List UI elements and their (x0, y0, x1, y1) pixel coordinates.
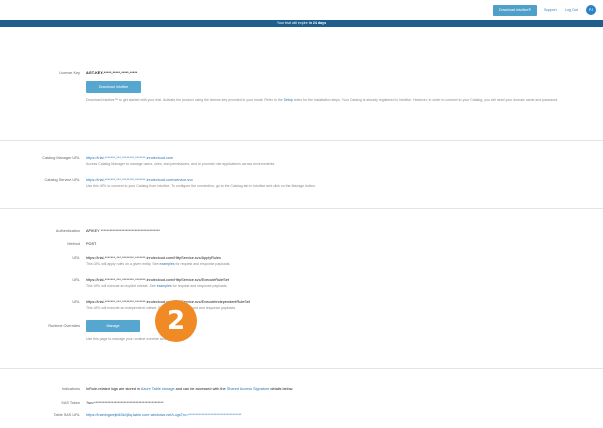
license-description-text-a: Download Intuitive™ to get started with … (86, 98, 284, 102)
manage-button[interactable]: Manage (86, 320, 140, 332)
indications-text-b: and can be accessed with the (174, 387, 227, 391)
divider (0, 208, 603, 209)
trial-banner: Your trial will expire in 24 days (0, 20, 603, 27)
shared-access-signature-link[interactable]: Shared Access Signature (227, 387, 270, 391)
logout-link[interactable]: Log Out (565, 8, 578, 12)
execute-ruleset-desc-text-b: for request and response payloads. (171, 284, 228, 288)
execute-ruleset-description: This URL will execute an explicit rulese… (86, 284, 596, 289)
execute-ruleset-examples-link[interactable]: examples (157, 284, 172, 288)
apply-rules-description: This URL will apply rules on a given ent… (86, 262, 596, 267)
sas-token-value: ?sv=************************************… (86, 401, 164, 405)
trial-banner-days: in 24 days (308, 21, 327, 25)
azure-table-storage-link[interactable]: Azure Table storage (141, 387, 175, 391)
authentication-value: APIKEY *********************************… (86, 229, 160, 233)
table-sas-url-value[interactable]: https://trainingwejk6t3k4j6q.table.core.… (86, 413, 242, 417)
catalog-service-url[interactable]: https://trial-*******-***-********-*****… (86, 178, 193, 182)
catalog-manager-label: Catalog Manager URL (42, 156, 80, 160)
table-sas-url-label: Table SAS URL (53, 413, 80, 417)
apply-rules-desc-text-b: for request and response payloads. (174, 262, 231, 266)
catalog-service-description: Use this URL to connect to your Catalog … (86, 184, 316, 188)
method-label: Method (67, 242, 80, 246)
apply-rules-url-label: URL (72, 256, 80, 260)
license-key-label: License Key (59, 71, 80, 75)
trial-banner-prefix: Your trial will expire (276, 21, 308, 25)
execute-independent-desc-text-a: This URL will execute an independent rul… (86, 306, 166, 310)
support-link[interactable]: Support (544, 8, 557, 12)
apply-rules-url: https://trial-*******-***-********-*****… (86, 256, 221, 260)
indications-text-c: details below. (269, 387, 294, 391)
execute-independent-url-label: URL (72, 300, 80, 304)
sas-token-label: SAS Token (61, 401, 80, 405)
indications-text-a: InRule-related logs are stored in (86, 387, 141, 391)
download-intuitive-header-button[interactable]: Download Intuitive® (493, 5, 537, 16)
divider (0, 140, 603, 141)
indications-text: InRule-related logs are stored in Azure … (86, 387, 293, 391)
apply-rules-desc-text-a: This URL will apply rules on a given ent… (86, 262, 160, 266)
catalog-manager-url[interactable]: https://trial-*******-***-********-*****… (86, 156, 173, 160)
step-number-badge: 2 (155, 300, 197, 342)
divider (0, 368, 603, 369)
indications-label: Indications (61, 387, 80, 391)
runtime-overrides-label: Runtime Overrides (48, 324, 80, 328)
license-description: Download Intuitive™ to get started with … (86, 98, 596, 103)
setup-video-link[interactable]: Setup (284, 98, 293, 102)
top-bar: Download Intuitive® Support Log Out PJ (0, 0, 603, 20)
execute-ruleset-url: https://trial-*******-***-********-*****… (86, 278, 229, 282)
download-intuitive-button[interactable]: Download Intuitive (86, 81, 141, 93)
execute-ruleset-url-label: URL (72, 278, 80, 282)
execute-ruleset-desc-text-a: This URL will execute an explicit rulese… (86, 284, 157, 288)
apply-rules-examples-link[interactable]: examples (160, 262, 175, 266)
authentication-label: Authentication (55, 229, 80, 233)
license-description-text-b: video for the installation steps. Your C… (292, 98, 559, 102)
catalog-service-label: Catalog Service URL (44, 178, 80, 182)
method-value: POST (86, 242, 97, 246)
user-avatar[interactable]: PJ (586, 5, 596, 15)
catalog-manager-description: Access Catalog Manager to manage users, … (86, 162, 276, 166)
license-key-value: AGT-KEY-*****-*****-*****-***** (86, 71, 138, 75)
